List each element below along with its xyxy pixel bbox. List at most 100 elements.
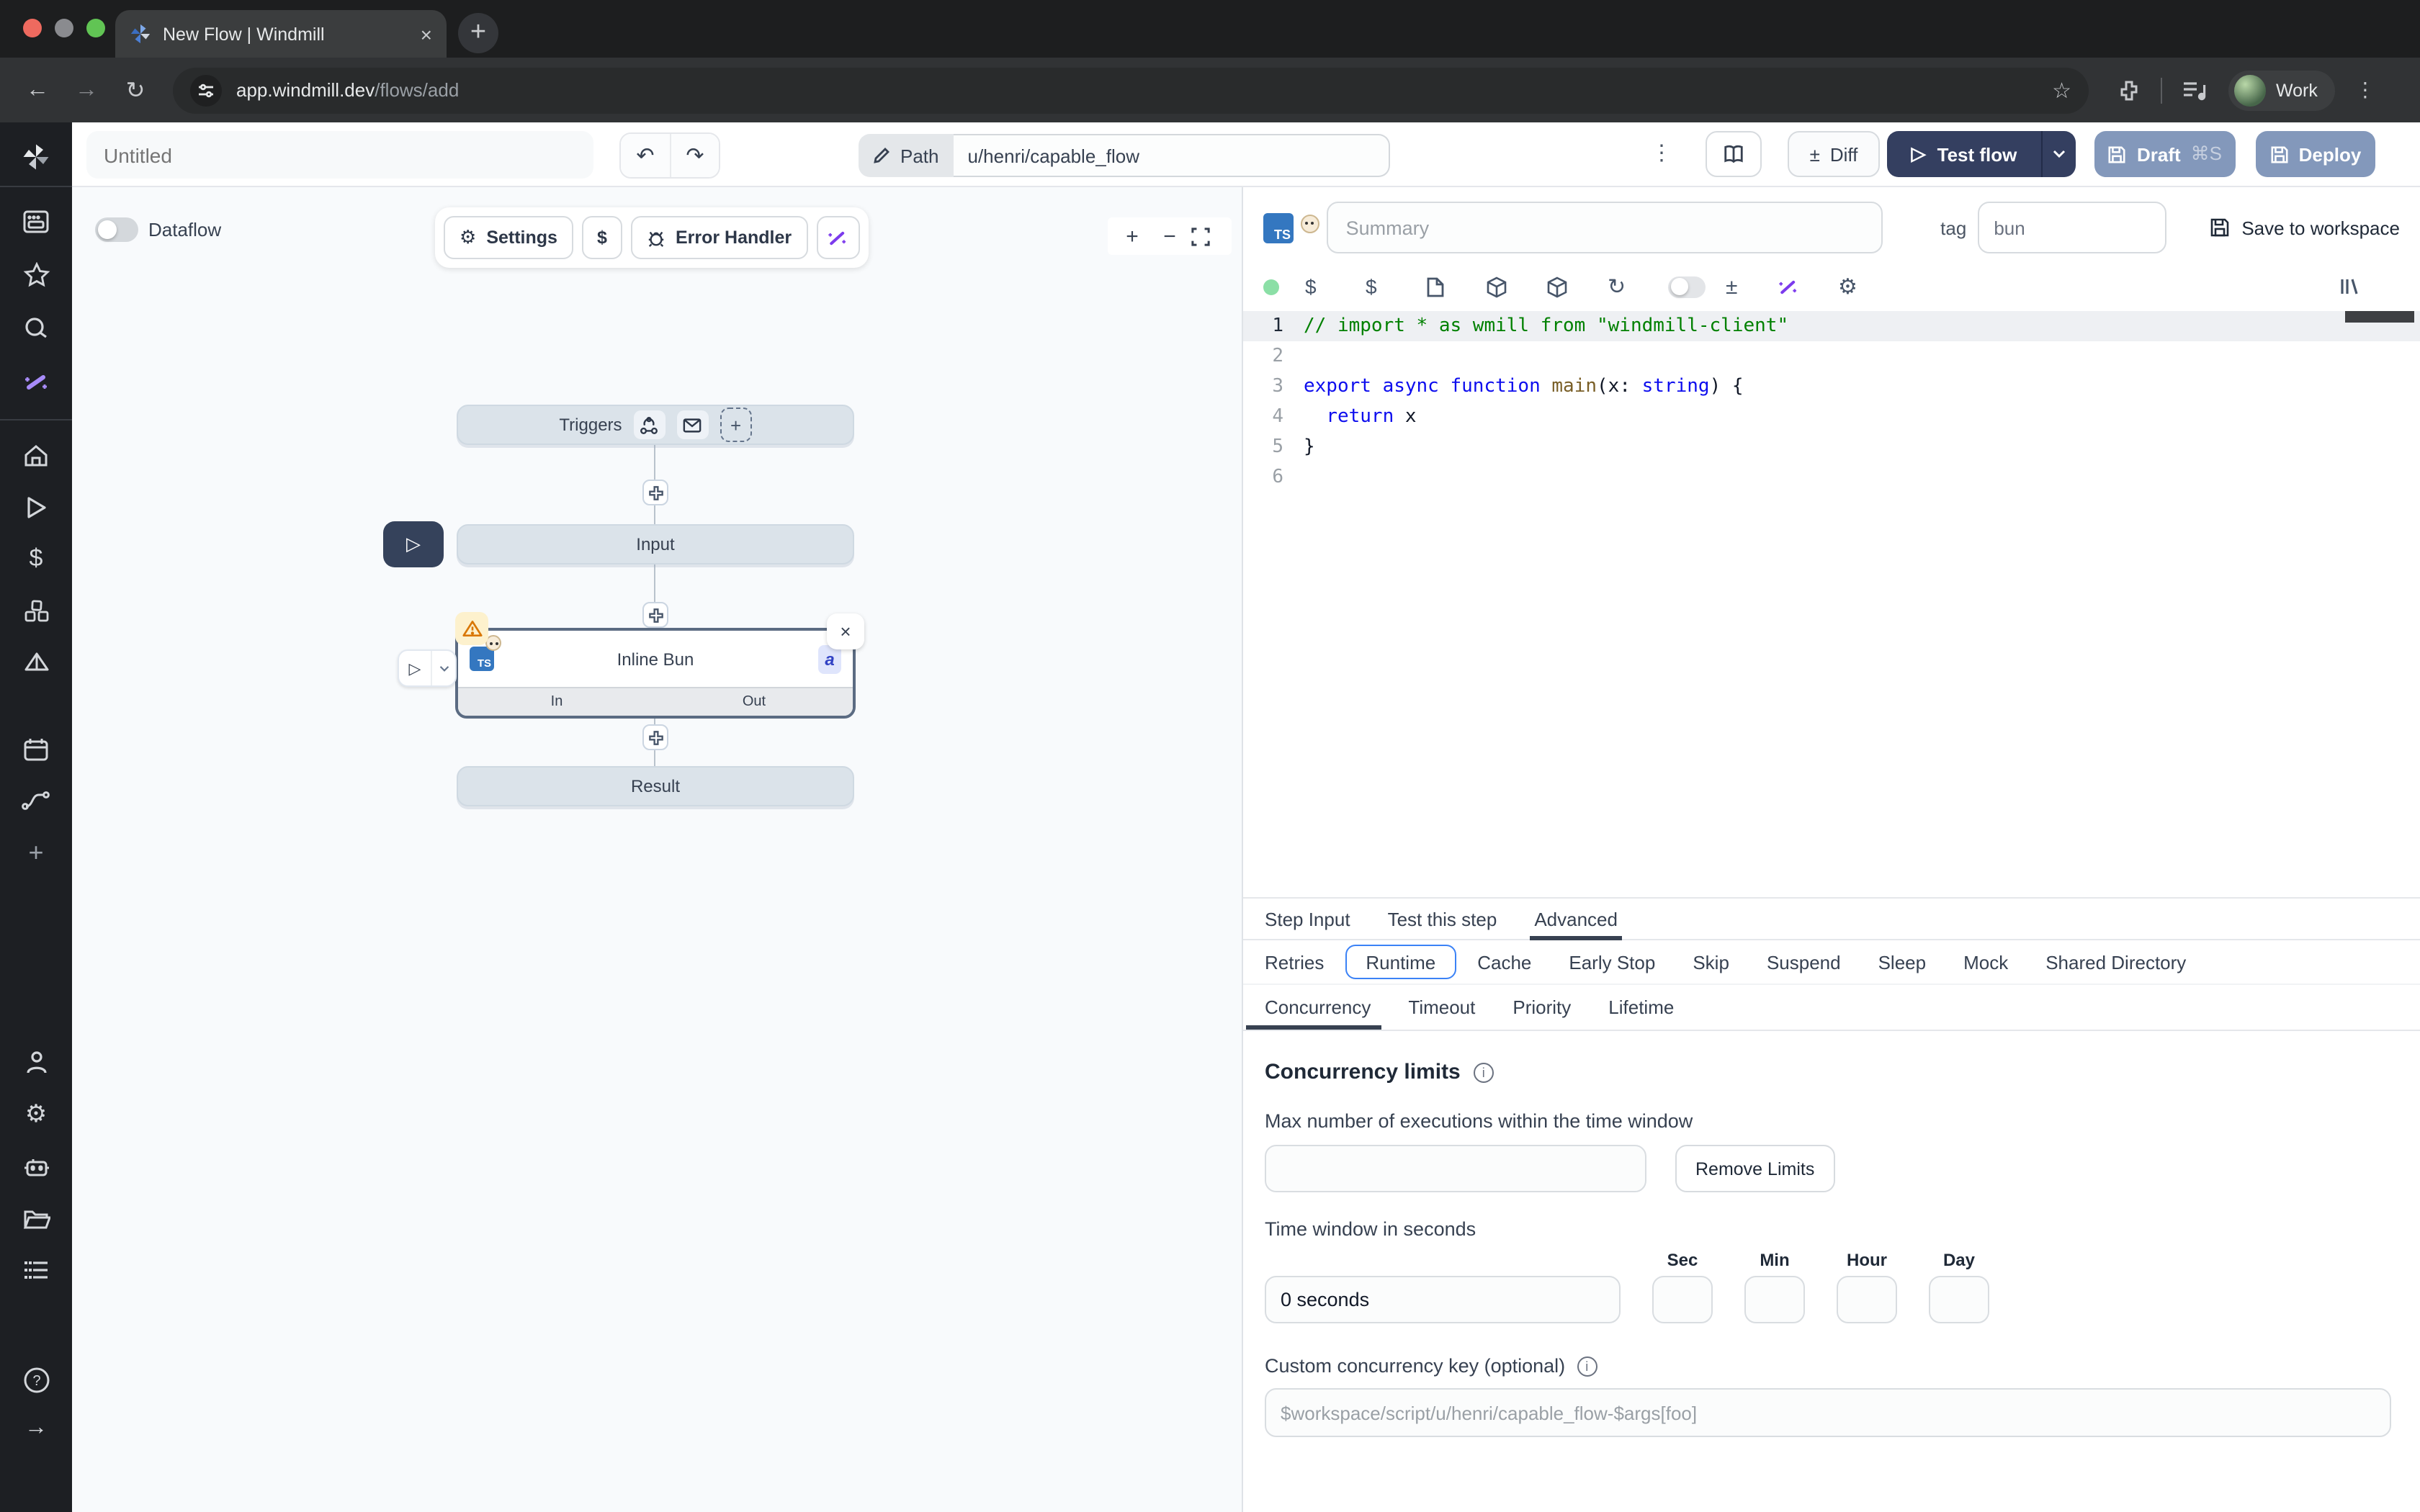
ai-wand-button[interactable] bbox=[816, 216, 859, 259]
unit-input-hour[interactable] bbox=[1837, 1276, 1897, 1323]
resources-dollar-icon[interactable]: $ bbox=[1366, 275, 1426, 298]
sidebar-item-runs[interactable] bbox=[0, 492, 72, 521]
close-window-button[interactable] bbox=[23, 19, 42, 37]
browser-profile-chip[interactable]: Work bbox=[2228, 70, 2335, 110]
ai-wand-icon[interactable] bbox=[1778, 276, 1838, 297]
summary-input[interactable] bbox=[1327, 202, 1883, 253]
tab-step-input[interactable]: Step Input bbox=[1246, 899, 1369, 939]
info-icon[interactable]: i bbox=[1474, 1062, 1494, 1082]
reading-list-icon[interactable] bbox=[2182, 80, 2208, 100]
webhook-icon[interactable] bbox=[634, 410, 666, 439]
sidebar-item-folders[interactable] bbox=[0, 1204, 72, 1233]
search-icon[interactable] bbox=[0, 314, 72, 343]
tab-test-this-step[interactable]: Test this step bbox=[1369, 899, 1516, 939]
tab-runtime[interactable]: Runtime bbox=[1345, 945, 1456, 979]
code-line-6[interactable]: 6 bbox=[1243, 462, 2420, 492]
browser-tab[interactable]: New Flow | Windmill × bbox=[115, 10, 447, 58]
code-editor[interactable]: 1// import * as wmill from "windmill-cli… bbox=[1243, 311, 2420, 897]
path-input[interactable] bbox=[954, 134, 1390, 177]
flow-canvas[interactable]: Dataflow ⚙ Settings $ Error Handler bbox=[72, 187, 1242, 1512]
sidebar-item-routes[interactable] bbox=[0, 786, 72, 815]
redo-button[interactable]: ↷ bbox=[670, 134, 719, 177]
windmill-logo-icon[interactable] bbox=[0, 143, 72, 171]
bookmark-star-icon[interactable]: ☆ bbox=[2052, 77, 2071, 103]
tab-shared-directory[interactable]: Shared Directory bbox=[2027, 945, 2205, 979]
input-node[interactable]: Input bbox=[457, 524, 854, 564]
run-input-button[interactable]: ▷ bbox=[383, 521, 444, 567]
play-icon[interactable]: ▷ bbox=[399, 651, 432, 685]
tab-mock[interactable]: Mock bbox=[1945, 945, 2027, 979]
add-trigger-button[interactable]: + bbox=[720, 408, 752, 442]
traffic-lights[interactable] bbox=[23, 19, 105, 37]
tag-input[interactable] bbox=[1978, 202, 2166, 253]
step-out-handle[interactable]: Out bbox=[655, 694, 853, 710]
docs-button[interactable] bbox=[1706, 131, 1762, 177]
sidebar-item-flows[interactable] bbox=[0, 648, 72, 677]
unit-input-min[interactable] bbox=[1744, 1276, 1805, 1323]
site-settings-icon[interactable] bbox=[190, 74, 222, 106]
browser-menu-icon[interactable]: ⋮ bbox=[2355, 78, 2375, 102]
sidebar-item-variables[interactable]: $ bbox=[0, 544, 72, 573]
error-handler-button[interactable]: Error Handler bbox=[631, 216, 807, 259]
insert-step-button[interactable] bbox=[642, 602, 668, 628]
insert-step-button[interactable] bbox=[642, 480, 668, 505]
code-line-1[interactable]: 1// import * as wmill from "windmill-cli… bbox=[1243, 311, 2420, 341]
tab-timeout[interactable]: Timeout bbox=[1389, 985, 1494, 1030]
custom-concurrency-key-input[interactable] bbox=[1265, 1388, 2391, 1437]
package-icon[interactable] bbox=[1487, 276, 1547, 297]
sidebar-item-favorites[interactable] bbox=[0, 261, 72, 289]
editor-scrollbar[interactable] bbox=[2345, 311, 2414, 323]
max-executions-input[interactable] bbox=[1265, 1145, 1646, 1192]
step-in-handle[interactable]: In bbox=[458, 694, 655, 710]
script-file-icon[interactable] bbox=[1426, 276, 1487, 297]
back-icon[interactable]: ← bbox=[17, 77, 58, 103]
maximize-window-button[interactable] bbox=[86, 19, 105, 37]
info-icon[interactable]: i bbox=[1577, 1356, 1597, 1376]
flow-settings-button[interactable]: ⚙ Settings bbox=[444, 216, 573, 259]
zoom-in-icon[interactable]: + bbox=[1116, 224, 1148, 248]
tab-close-icon[interactable]: × bbox=[421, 22, 432, 45]
minimize-window-button[interactable] bbox=[55, 19, 73, 37]
tab-advanced[interactable]: Advanced bbox=[1515, 899, 1636, 939]
tab-concurrency[interactable]: Concurrency bbox=[1246, 985, 1389, 1030]
editor-toggle[interactable] bbox=[1668, 276, 1706, 297]
sidebar-item-user[interactable] bbox=[0, 1048, 72, 1077]
draft-button[interactable]: Draft ⌘S bbox=[2094, 131, 2236, 177]
sidebar-item-logs[interactable] bbox=[0, 1256, 72, 1284]
reload-icon[interactable]: ↻ bbox=[115, 76, 156, 104]
zoom-out-icon[interactable]: − bbox=[1154, 224, 1186, 248]
diff-button[interactable]: ± Diff bbox=[1788, 131, 1880, 177]
chevron-down-icon[interactable] bbox=[432, 651, 455, 685]
sidebar-item-resources[interactable] bbox=[0, 596, 72, 625]
library-icon[interactable] bbox=[2339, 276, 2400, 297]
triggers-node[interactable]: Triggers + bbox=[457, 405, 854, 445]
sidebar-item-schedules[interactable] bbox=[0, 734, 72, 763]
insert-step-button[interactable] bbox=[642, 724, 668, 750]
result-node[interactable]: Result bbox=[457, 766, 854, 806]
help-icon[interactable]: ? bbox=[0, 1365, 72, 1394]
extensions-icon[interactable] bbox=[2118, 78, 2141, 102]
remove-limits-button[interactable]: Remove Limits bbox=[1675, 1145, 1834, 1192]
ai-wand-icon[interactable] bbox=[0, 367, 72, 396]
run-step-button[interactable]: ▷ bbox=[398, 649, 457, 687]
save-to-workspace-button[interactable]: Save to workspace bbox=[2210, 217, 2400, 238]
package-icon[interactable] bbox=[1547, 276, 1608, 297]
unit-input-sec[interactable] bbox=[1652, 1276, 1713, 1323]
expand-sidebar-icon[interactable]: → bbox=[0, 1414, 72, 1443]
sidebar-item-home[interactable] bbox=[0, 441, 72, 469]
tab-priority[interactable]: Priority bbox=[1494, 985, 1590, 1030]
new-tab-button[interactable]: + bbox=[458, 13, 498, 53]
inline-bun-step-node[interactable]: Inline Bun TS a In Out bbox=[455, 628, 856, 719]
diff-icon[interactable]: ± bbox=[1726, 274, 1778, 299]
dataflow-toggle[interactable] bbox=[95, 217, 138, 242]
email-trigger-icon[interactable] bbox=[677, 410, 709, 439]
settings-gear-icon[interactable]: ⚙ bbox=[0, 1100, 72, 1129]
unit-input-day[interactable] bbox=[1929, 1276, 1989, 1323]
tab-sleep[interactable]: Sleep bbox=[1860, 945, 1945, 979]
reload-icon[interactable]: ↻ bbox=[1608, 274, 1668, 300]
flow-more-menu-icon[interactable]: ⋮ bbox=[1651, 140, 1672, 166]
code-line-4[interactable]: 4 return x bbox=[1243, 402, 2420, 432]
editor-settings-gear-icon[interactable]: ⚙ bbox=[1838, 274, 1899, 300]
tab-lifetime[interactable]: Lifetime bbox=[1590, 985, 1693, 1030]
tab-early-stop[interactable]: Early Stop bbox=[1550, 945, 1674, 979]
